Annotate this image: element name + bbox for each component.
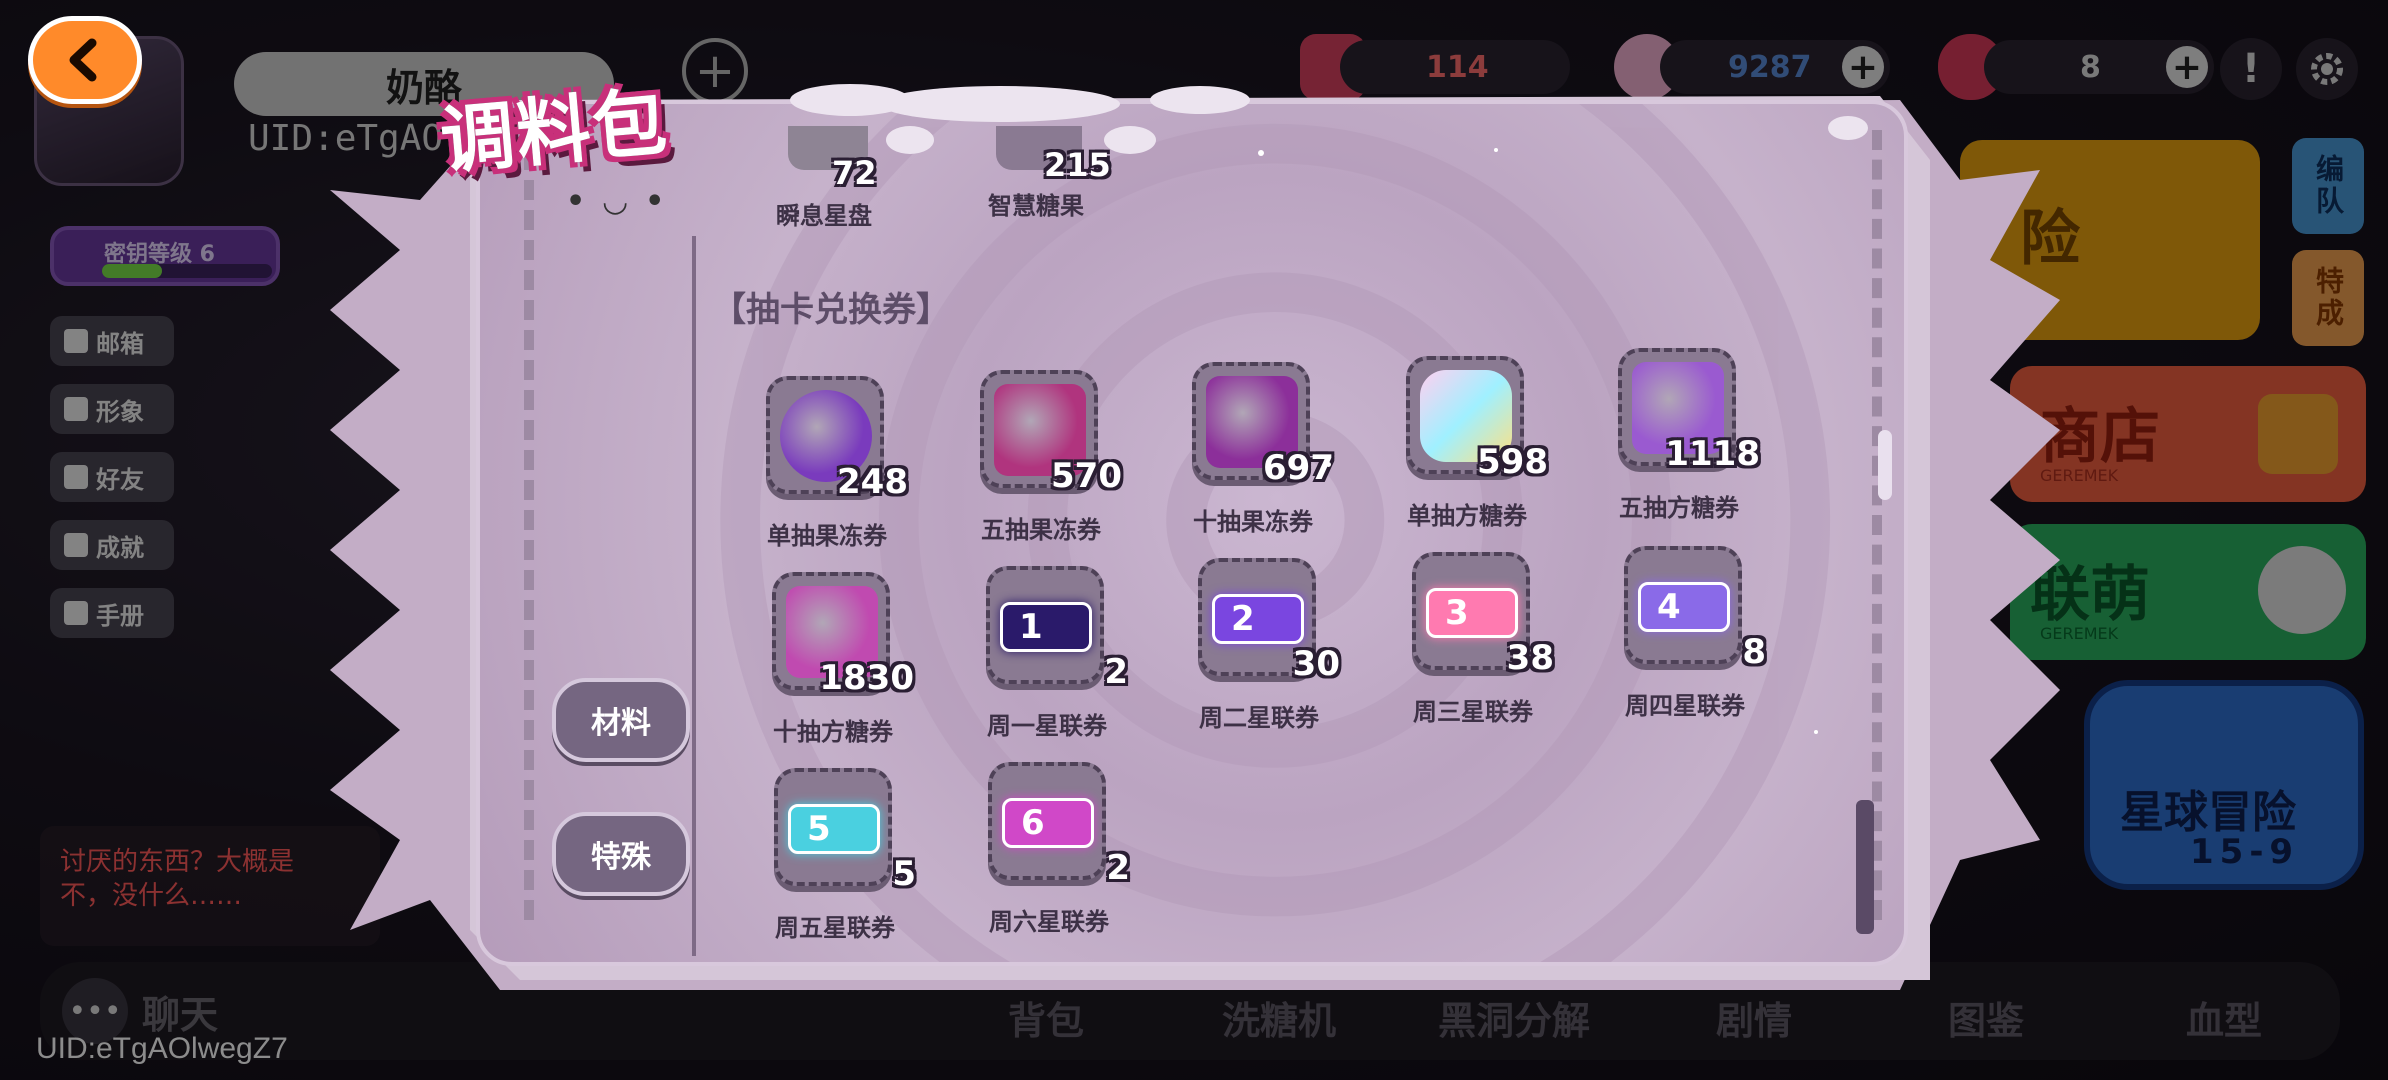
scroll-handle-side[interactable]	[1878, 430, 1892, 500]
panel-divider	[692, 236, 696, 956]
sparkle	[1814, 730, 1818, 734]
item-slot: 1	[986, 566, 1104, 684]
modal-title: 调料包	[437, 79, 672, 185]
item-slot: 6	[988, 762, 1106, 880]
tab-materials[interactable]: 材料	[552, 678, 690, 762]
item-single-cube-ticket[interactable]: 598 单抽方糖券	[1372, 356, 1552, 546]
tab-special[interactable]: 特殊	[552, 812, 690, 896]
item-name: 周六星联券	[989, 908, 1109, 936]
item-instant-starplate[interactable]: 72 瞬息星盘	[770, 116, 930, 230]
ticket-4-icon: 4	[1638, 560, 1730, 652]
sparkle	[1494, 148, 1498, 152]
item-name: 周四星联券	[1625, 692, 1745, 720]
item-name: 周三星联券	[1413, 698, 1533, 726]
sparkle	[1326, 462, 1331, 467]
item-friday-star-ticket[interactable]: 5 5 周五星联券	[740, 768, 920, 958]
ticket-6-icon: 6	[1002, 776, 1094, 868]
item-name: 周五星联券	[775, 914, 895, 942]
item-name: 五抽方糖券	[1619, 494, 1739, 522]
item-count: 697	[1263, 448, 1334, 488]
item-name: 周一星联券	[987, 712, 1107, 740]
item-thursday-star-ticket[interactable]: 4 8 周四星联券	[1590, 546, 1770, 736]
ticket-3-icon: 3	[1426, 566, 1518, 658]
item-count: 1118	[1665, 434, 1760, 474]
ticket-1-icon: 1	[1000, 580, 1092, 672]
item-name: 五抽果冻券	[981, 516, 1101, 544]
item-name: 单抽方糖券	[1407, 502, 1527, 530]
scrollbar[interactable]	[1856, 800, 1874, 934]
item-count: 5	[892, 854, 916, 894]
item-five-cube-ticket[interactable]: 1118 五抽方糖券	[1584, 348, 1764, 538]
cute-face-icon: • ◡ •	[566, 184, 669, 219]
ticket-5-icon: 5	[788, 782, 880, 874]
item-count: 30	[1292, 644, 1340, 684]
item-count: 1830	[819, 658, 914, 698]
item-wisdom-candy[interactable]: 215 智慧糖果	[980, 116, 1140, 226]
item-count: 2	[1106, 848, 1130, 888]
item-ten-jelly-ticket[interactable]: 697 十抽果冻券	[1158, 362, 1338, 552]
item-count: 2	[1104, 652, 1128, 692]
dashed-seam-left	[524, 150, 534, 920]
item-name: 单抽果冻券	[767, 522, 887, 550]
sparkle	[1258, 150, 1264, 156]
item-count: 38	[1506, 638, 1554, 678]
item-name: 周二星联券	[1199, 704, 1319, 732]
ticket-2-icon: 2	[1212, 572, 1304, 664]
item-name: 十抽方糖券	[773, 718, 893, 746]
item-name: 十抽果冻券	[1193, 508, 1313, 536]
item-five-jelly-ticket[interactable]: 570 五抽果冻券	[946, 370, 1126, 560]
item-monday-star-ticket[interactable]: 1 2 周一星联券	[952, 566, 1132, 756]
dashed-seam-right	[1872, 130, 1882, 920]
item-count: 8	[1742, 632, 1766, 672]
item-saturday-star-ticket[interactable]: 6 2 周六星联券	[954, 762, 1134, 952]
item-count: 248	[837, 462, 908, 502]
item-tuesday-star-ticket[interactable]: 2 30 周二星联券	[1164, 558, 1344, 748]
item-count: 598	[1477, 442, 1548, 482]
item-slot: 5	[774, 768, 892, 886]
item-slot: 4	[1624, 546, 1742, 664]
item-ten-cube-ticket[interactable]: 1830 十抽方糖券	[738, 572, 918, 762]
item-count: 570	[1051, 456, 1122, 496]
item-wednesday-star-ticket[interactable]: 3 38 周三星联券	[1378, 552, 1558, 742]
item-single-jelly-ticket[interactable]: 248 单抽果冻券	[732, 376, 912, 566]
section-title: 【抽卡兑换券】	[712, 290, 950, 330]
